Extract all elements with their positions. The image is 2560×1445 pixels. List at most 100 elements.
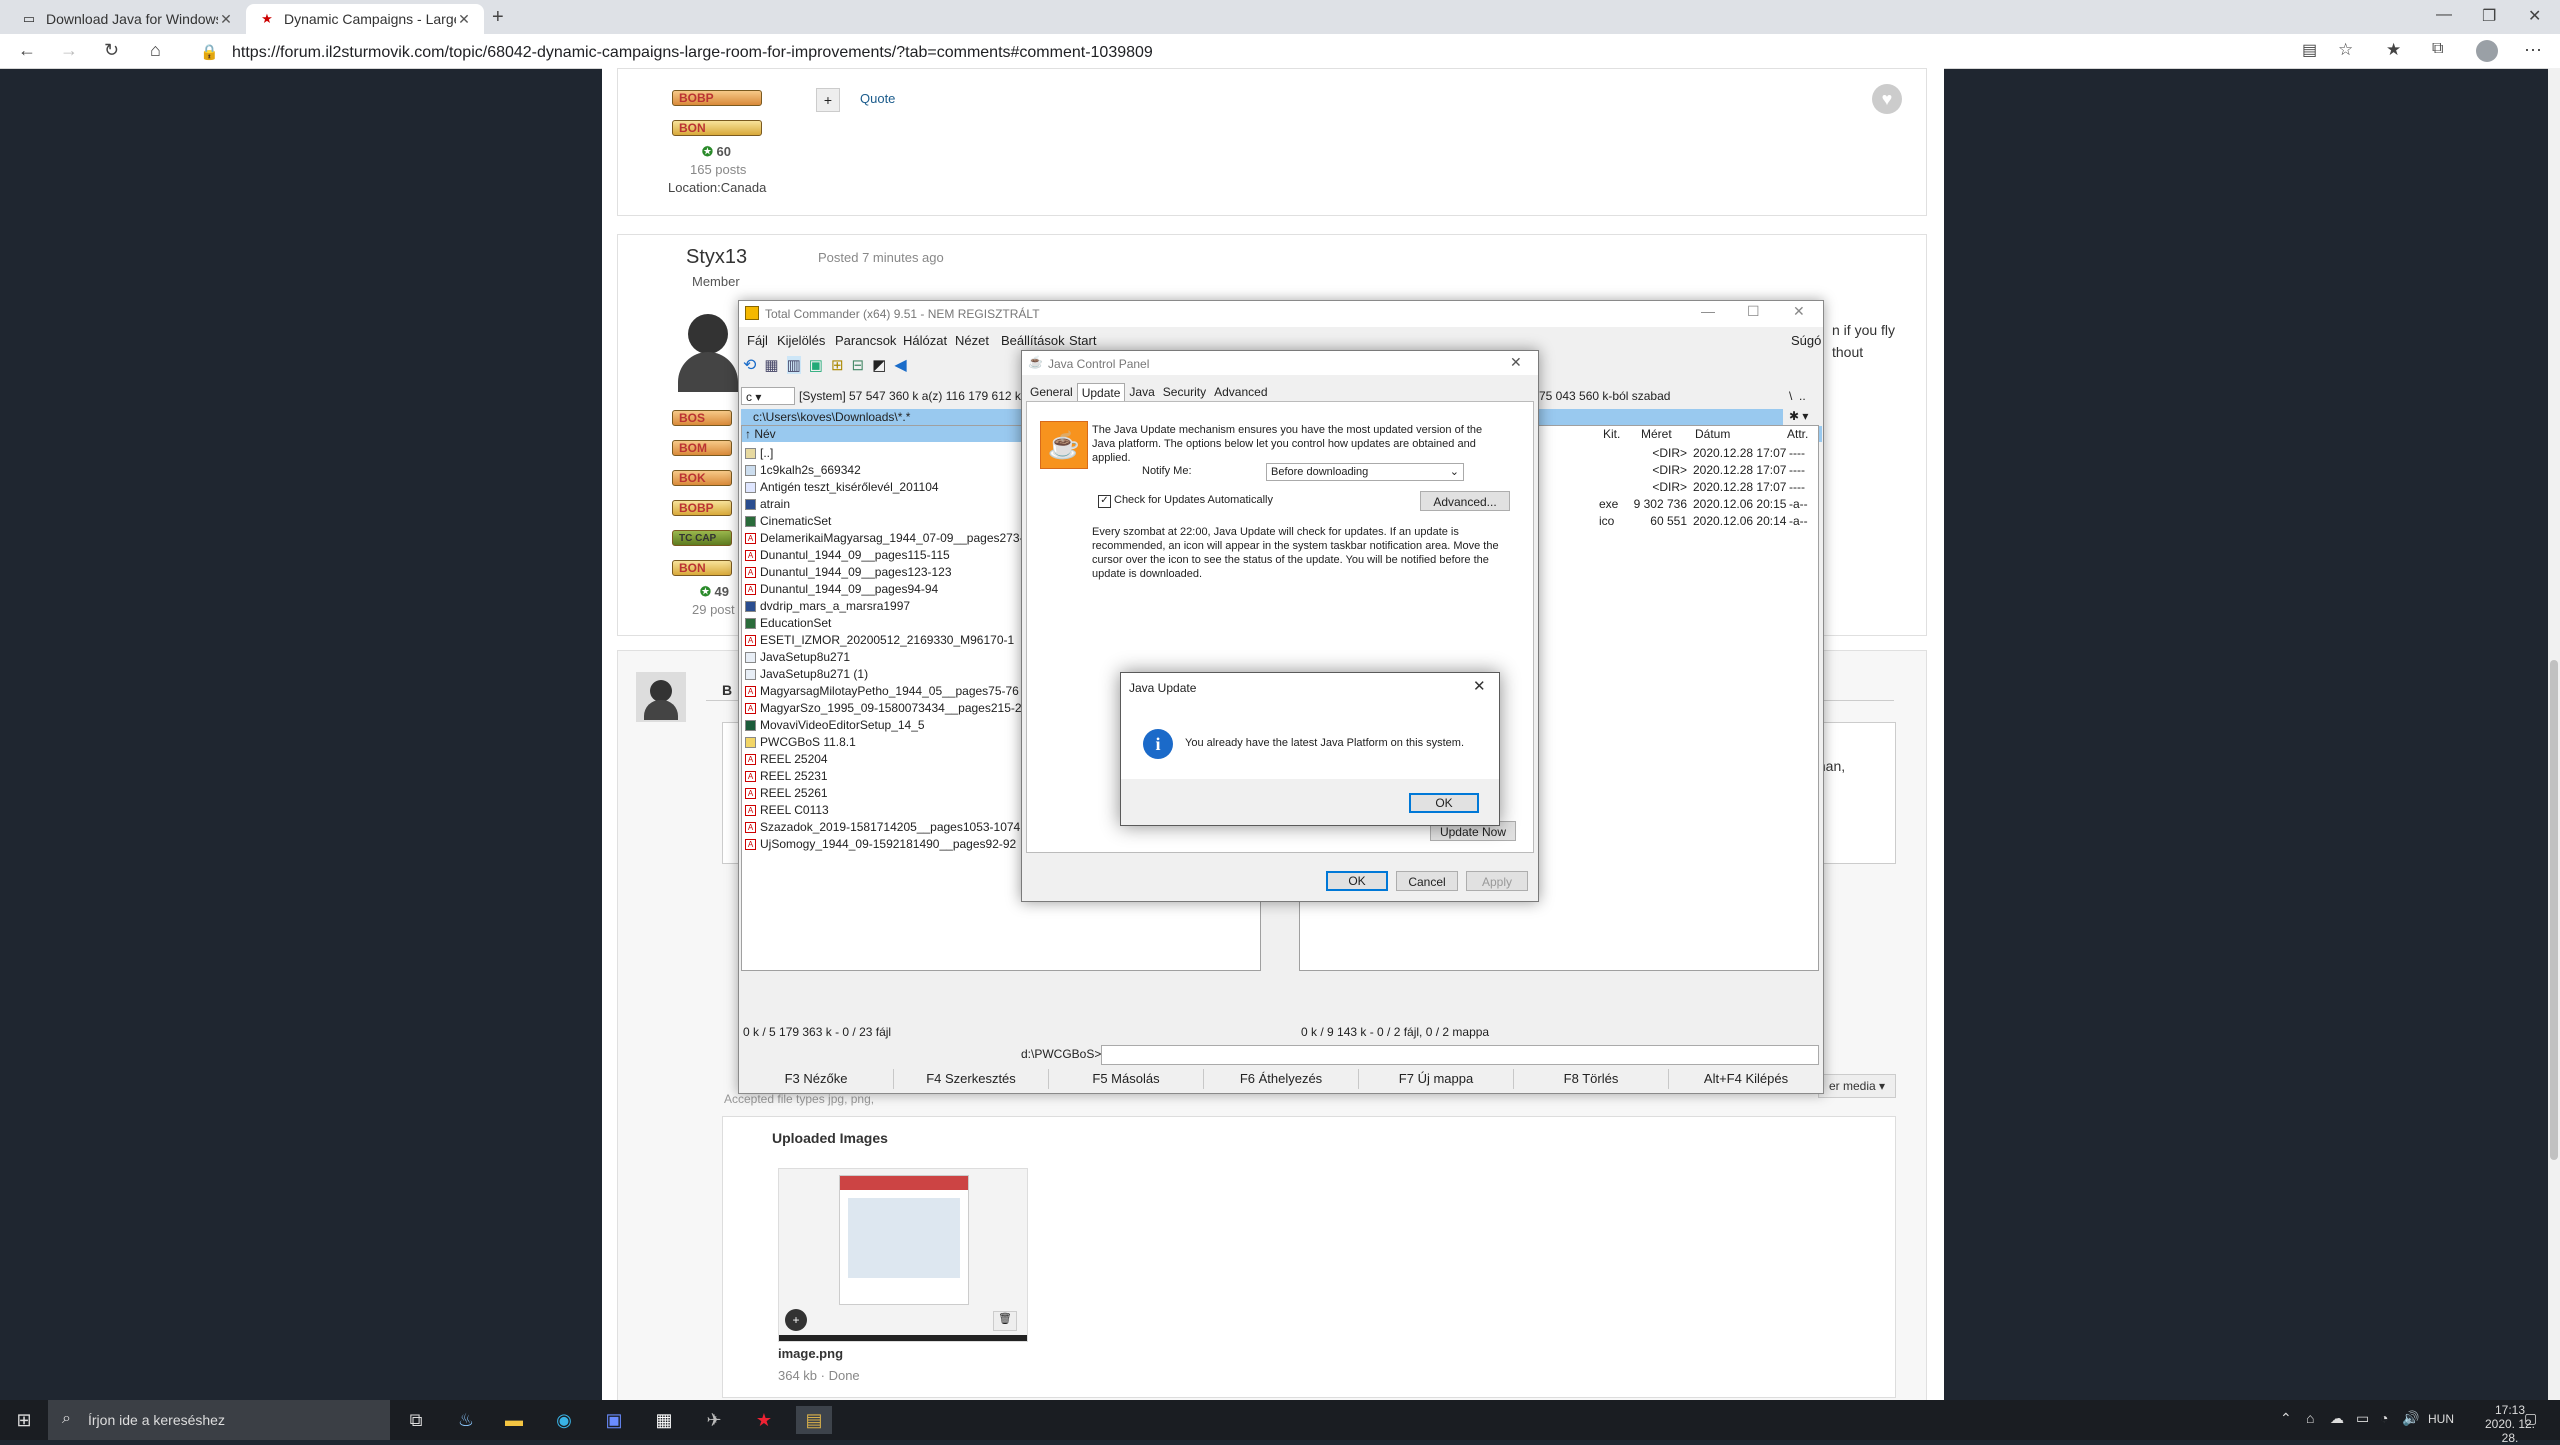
tc-menu-beallitasok[interactable]: Beállítások [1001, 333, 1065, 348]
browser-tab-dynamic-campaigns[interactable]: ★ Dynamic Campaigns - Large roo ✕ [246, 4, 484, 34]
f5-copy-button[interactable]: F5 Másolás [1049, 1069, 1204, 1089]
list-item[interactable]: JavaSetup8u271 [745, 649, 985, 666]
list-item[interactable]: A DelamerikaiMagyarsag_1944_07-09__pages2… [745, 530, 1044, 547]
table-row[interactable]: ico 60 551 2020.12.06 20:14 -a-- [1599, 513, 1819, 530]
lock-icon[interactable]: 🔒 [200, 43, 219, 61]
display-icon[interactable]: ▭ [2356, 1410, 2369, 1427]
favorites-icon[interactable]: ★ [2386, 40, 2401, 60]
scrollbar-thumb[interactable] [2550, 660, 2558, 1160]
list-item[interactable]: A MagyarSzo_1995_09-1580073434__pages215-… [745, 700, 1035, 717]
browser-tab-download-java[interactable]: ▭ Download Java for Windows ✕ [8, 4, 246, 34]
more-menu-icon[interactable]: ⋯ [2524, 40, 2542, 61]
tray-chevron-icon[interactable]: ⌃ [2280, 1410, 2292, 1427]
tab-security[interactable]: Security [1159, 383, 1210, 402]
notification-center-icon[interactable]: ▢ [2524, 1410, 2537, 1427]
list-item[interactable]: A REEL C0113 [745, 802, 985, 819]
plane-icon[interactable]: ✈ [700, 1406, 728, 1434]
tc-menu-parancsok[interactable]: Parancsok [835, 333, 896, 348]
taskbar-search-box[interactable]: ⌕ Írjon ide a kereséshez [48, 1400, 390, 1440]
save-disk-icon[interactable]: ▣ [600, 1406, 628, 1434]
f7-new-folder-button[interactable]: F7 Új mappa [1359, 1069, 1514, 1089]
like-heart-icon[interactable]: ♥ [1872, 84, 1902, 114]
close-icon[interactable]: ✕ [1510, 354, 1522, 371]
delete-trash-icon[interactable]: 🗑 [993, 1311, 1017, 1331]
page-scrollbar[interactable] [2548, 68, 2560, 1400]
minimize-icon[interactable]: — [2436, 6, 2452, 24]
favorite-star-icon[interactable]: ☆ [2338, 40, 2353, 60]
tc-menu-halozat[interactable]: Hálózat [903, 333, 947, 348]
post-author[interactable]: Styx13 [686, 246, 747, 269]
root-dir-buttons[interactable]: \ .. [1789, 389, 1806, 403]
list-item[interactable]: A Dunantul_1944_09__pages123-123 [745, 564, 985, 581]
f6-move-button[interactable]: F6 Áthelyezés [1204, 1069, 1359, 1089]
reader-icon[interactable]: ▤ [2302, 40, 2317, 60]
list-item[interactable]: dvdrip_mars_a_marsra1997 [745, 598, 985, 615]
list-item[interactable]: A REEL 25231 [745, 768, 985, 785]
table-row[interactable]: exe 9 302 736 2020.12.06 20:15 -a-- [1599, 496, 1819, 513]
quote-link[interactable]: Quote [860, 91, 895, 106]
advanced-button[interactable]: Advanced... [1420, 491, 1510, 511]
f4-edit-button[interactable]: F4 Szerkesztés [894, 1069, 1049, 1089]
uploaded-image-thumbnail[interactable]: + 🗑 [778, 1168, 1028, 1342]
list-item[interactable]: A REEL 25261 [745, 785, 985, 802]
list-item[interactable]: atrain [745, 496, 985, 513]
pack-icon[interactable]: ⊟ [852, 356, 865, 374]
tree-icon[interactable]: ⊞ [831, 356, 844, 374]
minimize-icon[interactable]: — [1701, 303, 1715, 319]
col-name-header[interactable]: ↑ Név [745, 427, 776, 441]
tab-java[interactable]: Java [1125, 383, 1158, 402]
url-field[interactable]: https://forum.il2sturmovik.com/topic/680… [232, 44, 1153, 62]
forward-icon[interactable]: → [60, 40, 78, 61]
tc-drive-select[interactable]: c ▾ [741, 387, 795, 405]
wifi-icon[interactable]: ◔ [2380, 1410, 2388, 1426]
list-item[interactable]: A Dunantul_1944_09__pages115-115 [745, 547, 985, 564]
close-tab-icon[interactable]: ✕ [218, 11, 234, 28]
list-item[interactable]: A UjSomogy_1944_09-1592181490__pages92-92 [745, 836, 1016, 853]
col-size-header[interactable]: Méret [1641, 427, 1672, 441]
notify-me-select[interactable]: Before downloading ⌄ [1266, 463, 1464, 481]
add-to-post-icon[interactable]: + [785, 1309, 807, 1331]
tc-menu-sugo[interactable]: Súgó [1791, 333, 1821, 348]
list-item[interactable]: A Szazadok_2019-1581714205__pages1053-107… [745, 819, 1020, 836]
table-row[interactable]: <DIR> 2020.12.28 17:07 ---- [1599, 479, 1819, 496]
user-avatar[interactable] [672, 298, 744, 394]
f8-delete-button[interactable]: F8 Törlés [1514, 1069, 1669, 1089]
list-item[interactable]: PWCGBoS 11.8.1 [745, 734, 985, 751]
table-row[interactable]: <DIR> 2020.12.28 17:07 ---- [1599, 445, 1819, 462]
jcp-apply-button[interactable]: Apply [1466, 871, 1528, 891]
close-icon[interactable]: ✕ [1473, 677, 1486, 695]
profile-avatar[interactable] [2476, 40, 2498, 62]
col-attr-header[interactable]: Attr. [1787, 427, 1808, 441]
start-windows-icon[interactable]: ⊞ [10, 1406, 38, 1434]
list-item[interactable]: A ESETI_IZMOR_20200512_2169330_M96170-1 [745, 632, 1014, 649]
onedrive-icon[interactable]: ☁ [2330, 1410, 2344, 1427]
thumbnails-icon[interactable]: ▣ [809, 356, 823, 374]
col-ext-header[interactable]: Kit. [1603, 427, 1620, 441]
steam-icon[interactable]: ♨ [452, 1406, 480, 1434]
volume-icon[interactable]: 🔊 [2402, 1410, 2419, 1427]
input-language[interactable]: HUN [2428, 1412, 2454, 1426]
jcp-cancel-button[interactable]: Cancel [1396, 871, 1458, 891]
full-view-icon[interactable]: ▥ [786, 356, 801, 374]
history-dropdown-icon[interactable]: ✱ ▾ [1789, 409, 1808, 423]
close-icon[interactable]: ✕ [1793, 303, 1805, 320]
list-item[interactable]: A MagyarsagMilotayPetho_1944_05__pages75-… [745, 683, 1019, 700]
list-item[interactable]: CinematicSet [745, 513, 985, 530]
refresh-icon[interactable]: ⟲ [743, 355, 756, 375]
tab-general[interactable]: General [1026, 383, 1077, 402]
maximize-icon[interactable]: ❐ [2482, 6, 2496, 26]
alt-f4-exit-button[interactable]: Alt+F4 Kilépés [1669, 1069, 1823, 1089]
tc-menu-kijeloles[interactable]: Kijelölés [777, 333, 825, 348]
f3-view-button[interactable]: F3 Nézőke [739, 1069, 894, 1089]
java-update-ok-button[interactable]: OK [1409, 793, 1479, 813]
new-tab-icon[interactable]: + [492, 6, 504, 29]
tc-menu-nezet[interactable]: Nézet [955, 333, 989, 348]
tc-menu-start[interactable]: Start [1069, 333, 1096, 348]
file-explorer-icon[interactable]: ▬ [500, 1406, 528, 1434]
list-item[interactable]: A REEL 25204 [745, 751, 985, 768]
list-item[interactable]: Antigén teszt_kisérőlevél_201104 [745, 479, 985, 496]
tab-advanced[interactable]: Advanced [1210, 383, 1271, 402]
network-icon[interactable]: ⌂ [2306, 1410, 2314, 1426]
col-date-header[interactable]: Dátum [1695, 427, 1730, 441]
command-line-input[interactable] [1101, 1045, 1819, 1065]
